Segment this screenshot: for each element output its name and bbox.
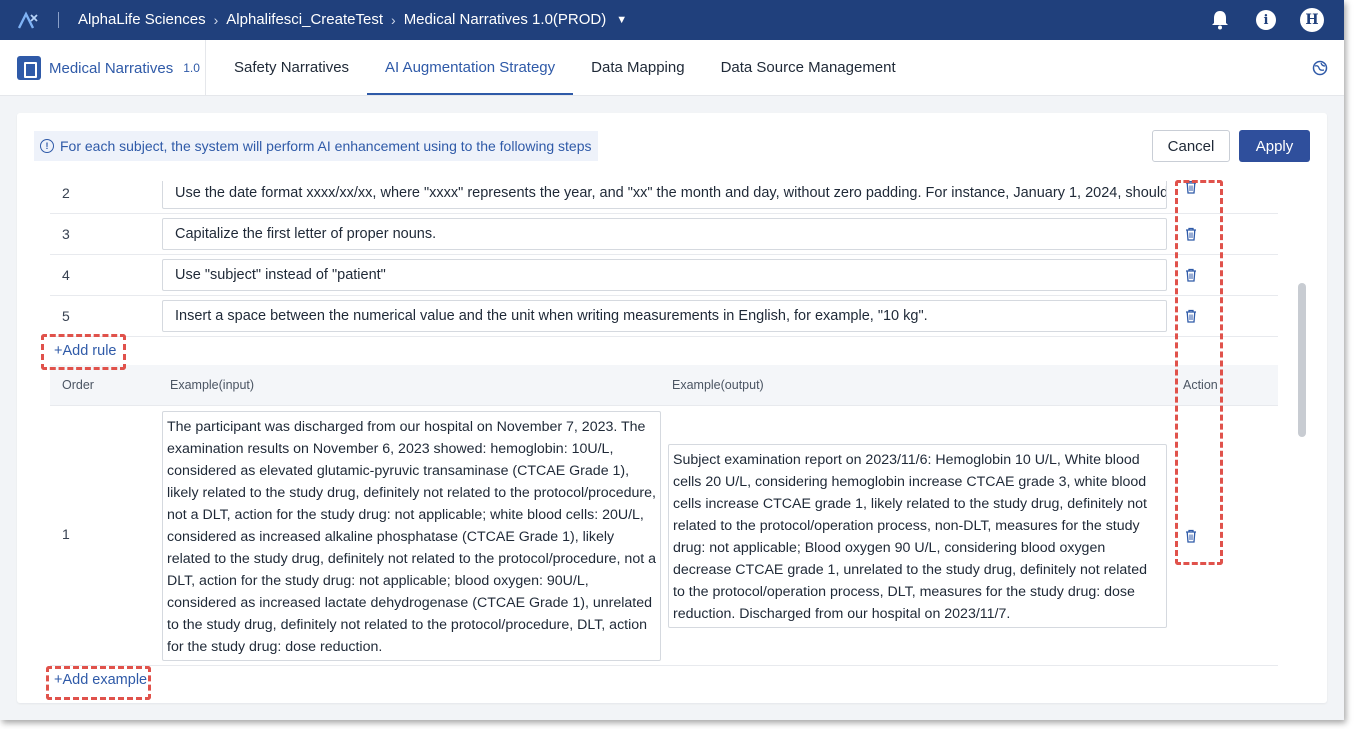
rule-row: 3 Capitalize the first letter of proper … [50, 214, 1278, 255]
caret-down-icon[interactable]: ▼ [616, 14, 627, 26]
rule-order: 3 [62, 226, 70, 242]
rule-order: 4 [62, 267, 70, 283]
breadcrumb: AlphaLife Sciences › Alphalifesci_Create… [78, 11, 627, 28]
cancel-button[interactable]: Cancel [1152, 130, 1230, 162]
app-window: AlphaLife Sciences › Alphalifesci_Create… [0, 0, 1344, 720]
info-circle-icon: ! [40, 139, 54, 153]
table-row: 1 The participant was discharged from ou… [50, 406, 1278, 666]
rule-row: 2 Use the date format xxxx/xx/xx, where … [50, 181, 1278, 214]
topbar-actions: i H [1208, 8, 1324, 32]
strategy-card: ! For each subject, the system will perf… [17, 113, 1327, 703]
notice-text: For each subject, the system will perfor… [60, 138, 592, 154]
info-notice: ! For each subject, the system will perf… [34, 131, 598, 161]
bell-icon[interactable] [1208, 8, 1232, 32]
breadcrumb-org[interactable]: AlphaLife Sciences [78, 11, 206, 28]
tab-data-source-management[interactable]: Data Source Management [703, 40, 914, 95]
brand-name: Medical Narratives [49, 59, 174, 77]
examples-table-header: Order Example(input) Example(output) Act… [50, 365, 1278, 406]
tab-ai-augmentation-strategy[interactable]: AI Augmentation Strategy [367, 40, 574, 95]
tab-data-mapping[interactable]: Data Mapping [573, 40, 702, 95]
chevron-right-icon: › [213, 11, 219, 28]
brand-version: 1.0 [183, 61, 200, 75]
top-bar: AlphaLife Sciences › Alphalifesci_Create… [0, 0, 1344, 40]
example-output-field[interactable]: Subject examination report on 2023/11/6:… [668, 444, 1167, 628]
alphalife-logo-icon[interactable] [18, 11, 40, 29]
rules-scroll-area[interactable]: 2 Use the date format xxxx/xx/xx, where … [50, 181, 1312, 687]
rule-input[interactable]: Insert a space between the numerical val… [162, 300, 1167, 332]
brand[interactable]: Medical Narratives 1.0 [17, 56, 200, 80]
rule-input[interactable]: Capitalize the first letter of proper no… [162, 218, 1167, 250]
rule-row: 4 Use "subject" instead of "patient" [50, 255, 1278, 296]
avatar[interactable]: H [1300, 8, 1324, 32]
topbar-divider [58, 12, 59, 28]
apply-button[interactable]: Apply [1239, 130, 1310, 162]
rule-order: 2 [62, 185, 70, 201]
example-order: 1 [62, 526, 70, 542]
rule-input[interactable]: Use the date format xxxx/xx/xx, where "x… [162, 181, 1167, 209]
highlight-add-example [46, 666, 151, 700]
rule-input[interactable]: Use "subject" instead of "patient" [162, 259, 1167, 291]
header-order: Order [62, 378, 94, 392]
book-icon [17, 56, 41, 80]
globe-icon[interactable] [1312, 60, 1328, 76]
breadcrumb-project[interactable]: Alphalifesci_CreateTest [226, 11, 383, 28]
rule-order: 5 [62, 308, 70, 324]
highlight-add-rule [41, 334, 126, 370]
highlight-action-column [1175, 180, 1223, 565]
nav-bar: Medical Narratives 1.0 Safety Narratives… [0, 40, 1344, 96]
scrollbar-thumb[interactable] [1298, 283, 1306, 437]
rule-row: 5 Insert a space between the numerical v… [50, 296, 1278, 337]
breadcrumb-app[interactable]: Medical Narratives 1.0(PROD) [404, 11, 607, 28]
tab-safety-narratives[interactable]: Safety Narratives [216, 40, 367, 95]
header-output: Example(output) [672, 378, 764, 392]
header-input: Example(input) [170, 378, 255, 392]
chevron-right-icon: › [391, 11, 396, 28]
tab-list: Safety Narratives AI Augmentation Strate… [216, 40, 914, 95]
nav-divider [205, 40, 206, 95]
example-input-field[interactable]: The participant was discharged from our … [162, 411, 661, 661]
info-icon[interactable]: i [1254, 8, 1278, 32]
